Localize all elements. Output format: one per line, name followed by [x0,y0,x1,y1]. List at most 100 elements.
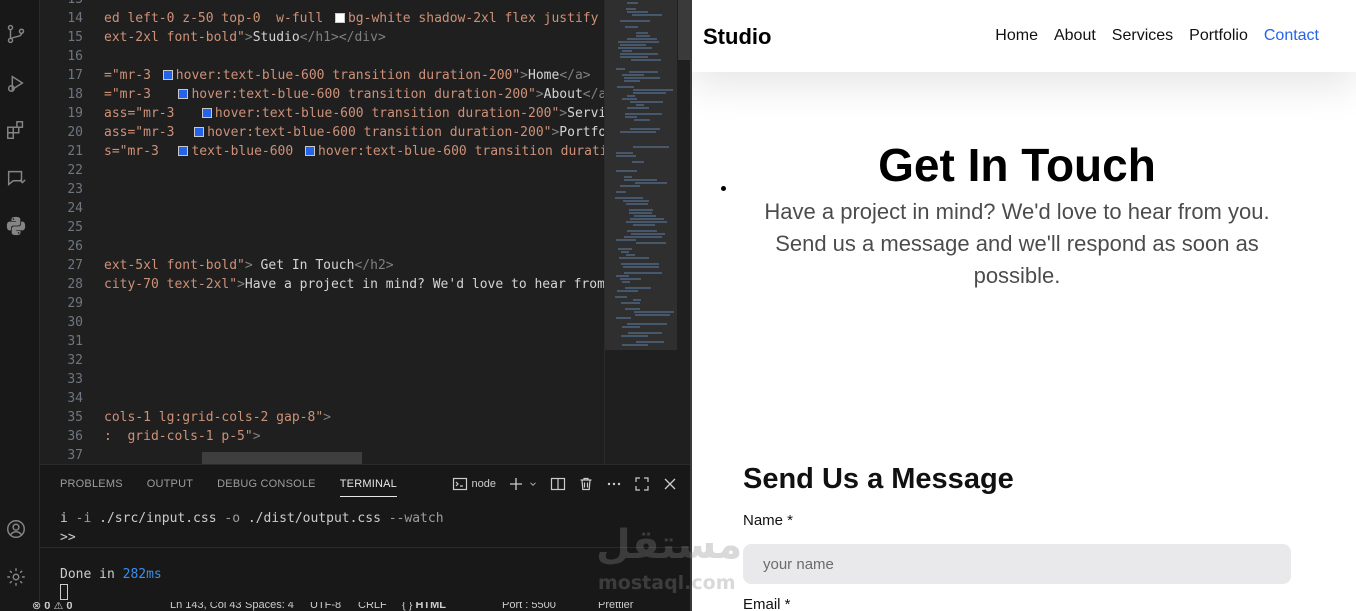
code-line[interactable]: 15 ext-2xl font-bold">Studio</h1></div> [40,28,604,47]
terminal-name: node [471,478,496,490]
minimap-line [633,89,673,91]
code-line[interactable]: 22 [40,161,604,180]
trash-icon[interactable] [578,476,594,492]
code-line[interactable]: 21 s="mr-3 text-blue-600 hover:text-blue-… [40,142,604,161]
code-line[interactable]: 19 ass="mr-3 hover:text-blue-600 transiti… [40,104,604,123]
editor-horizontal-scrollbar[interactable] [202,452,362,464]
code-line[interactable]: 29 [40,294,604,313]
more-actions-icon[interactable] [606,476,622,492]
close-icon[interactable] [662,476,678,492]
code-line[interactable]: 14 ed left-0 z-50 top-0 w-full bg-white s… [40,9,604,28]
code-line[interactable]: 13 [40,0,604,9]
maximize-panel-icon[interactable] [634,476,650,492]
code-line[interactable]: 26 [40,237,604,256]
status-port[interactable]: Port : 5500 [502,602,556,611]
minimap-line [619,257,649,259]
remote-explorer-icon[interactable] [4,166,28,190]
split-terminal-icon[interactable] [550,476,566,492]
new-terminal-button[interactable] [508,476,538,492]
plus-icon [510,478,522,490]
minimap-line [622,74,644,76]
status-spaces[interactable]: Spaces: 4 [245,602,294,611]
run-debug-icon[interactable] [4,71,28,95]
code-token: ="mr-3 [104,68,159,83]
minimap-line [615,296,627,298]
status-encoding[interactable]: UTF-8 [310,602,341,611]
code-content: cols-1 lg:grid-cols-2 gap-8"> [104,408,331,427]
code-line[interactable]: 35 cols-1 lg:grid-cols-2 gap-8"> [40,408,604,427]
minimap-line [620,53,658,55]
code-token: </a> [559,68,591,83]
color-swatch[interactable] [194,127,205,137]
color-swatch[interactable] [334,13,345,23]
source-control-icon[interactable] [4,22,28,46]
code-line[interactable]: 34 [40,389,604,408]
minimap-line [634,215,656,217]
minimap-line [626,203,648,205]
minimap-line [616,170,637,172]
color-swatch[interactable] [305,146,316,156]
code-line[interactable]: 23 [40,180,604,199]
code-line[interactable]: 24 [40,199,604,218]
terminal-icon [452,477,467,491]
code-line[interactable]: 31 [40,332,604,351]
minimap-line [622,98,637,100]
terminal-selector[interactable]: node [452,476,496,492]
account-icon[interactable] [4,517,28,541]
site-brand[interactable]: Studio [703,24,771,50]
code-token: About [543,87,583,102]
name-input[interactable] [743,544,1291,584]
code-line[interactable]: 28 city-70 text-2xl">Have a project in mi… [40,275,604,294]
status-position[interactable]: Ln 143, Col 43 [170,602,242,611]
code-content: ext-5xl font-bold"> Get In Touch</h2> [104,256,394,275]
code-line[interactable]: 36: grid-cols-1 p-5"> [40,427,604,446]
color-swatch[interactable] [178,89,189,99]
nav-link-services[interactable]: Services [1112,27,1173,45]
line-number: 30 [67,315,83,330]
settings-gear-icon[interactable] [4,565,28,589]
code-content: s="mr-3 text-blue-600 hover:text-blue-60… [104,142,604,161]
editor-vertical-scrollbar[interactable] [678,0,690,464]
color-swatch[interactable] [201,108,212,118]
watermark-logo: مستقل mostaql.com [596,522,766,600]
nav-link-home[interactable]: Home [995,27,1038,45]
nav-link-contact[interactable]: Contact [1264,27,1319,45]
minimap-line [627,230,657,232]
code-token: Home [528,68,560,83]
code-line[interactable]: 33 [40,370,604,389]
tab-output[interactable]: OUTPUT [147,477,193,497]
code-line[interactable]: 20 ass="mr-3 hover:text-blue-600 transiti… [40,123,604,142]
line-number: 14 [67,11,83,26]
code-editor[interactable]: 13 14 ed left-0 z-50 top-0 w-full bg-white… [40,0,604,464]
color-swatch[interactable] [162,70,173,80]
status-language[interactable]: { } HTML [402,602,446,611]
code-token: text-blue-600 [191,144,302,159]
minimap-line [621,302,640,304]
minimap[interactable] [604,0,690,464]
minimap-line [616,191,626,193]
line-number: 21 [67,144,83,159]
status-eol[interactable]: CRLF [358,602,387,611]
line-number: 37 [67,448,83,463]
minimap-line [621,335,648,337]
activity-bar [0,0,40,611]
code-line[interactable]: 30 [40,313,604,332]
code-line[interactable]: 32 [40,351,604,370]
code-line[interactable]: 16 [40,47,604,66]
code-line[interactable]: 25 [40,218,604,237]
tab-problems[interactable]: PROBLEMS [60,477,123,497]
nav-link-portfolio[interactable]: Portfolio [1189,27,1248,45]
code-line[interactable]: 18 ="mr-3 hover:text-blue-600 transition … [40,85,604,104]
python-icon[interactable] [4,214,28,238]
tab-debug-console[interactable]: DEBUG CONSOLE [217,477,316,497]
status-prettier[interactable]: Prettier [598,602,633,611]
color-swatch[interactable] [178,146,189,156]
tab-terminal[interactable]: TERMINAL [339,477,397,497]
scrollbar-thumb[interactable] [678,0,690,60]
minimap-line [625,287,651,289]
code-line[interactable]: 27 ext-5xl font-bold"> Get In Touch</h2> [40,256,604,275]
extensions-icon[interactable] [4,118,28,142]
status-errors-warnings[interactable]: ⊗ 0 ⚠ 0 [32,602,73,611]
nav-link-about[interactable]: About [1054,27,1096,45]
code-line[interactable]: 17 ="mr-3 hover:text-blue-600 transition … [40,66,604,85]
